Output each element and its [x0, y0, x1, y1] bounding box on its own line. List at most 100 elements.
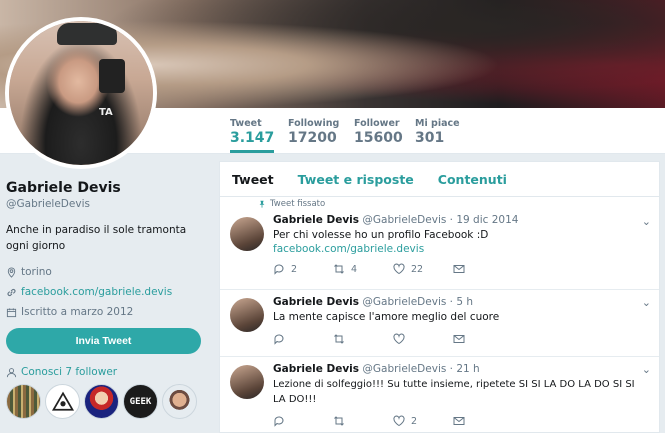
followers-you-know[interactable]: Conosci 7 follower: [6, 366, 206, 378]
timeline-tabs: Tweet Tweet e risposte Contenuti: [220, 162, 659, 197]
profile-bio: Anche in paradiso il sole tramonta ogni …: [6, 224, 187, 252]
stat-followers-label: Follower: [354, 118, 400, 129]
follower-avatar[interactable]: GEEK: [123, 384, 158, 419]
tab-media[interactable]: Contenuti: [438, 172, 507, 187]
envelope-icon: [453, 335, 465, 343]
tweet-author-meta[interactable]: @GabrieleDevis · 5 h: [362, 296, 473, 308]
tweet-link[interactable]: facebook.com/gabriele.devis: [273, 243, 649, 255]
tweet-author-meta[interactable]: @GabrieleDevis · 21 h: [362, 363, 479, 375]
profile-website[interactable]: facebook.com/gabriele.devis: [6, 286, 206, 298]
avatar-cap-shape: [57, 23, 117, 45]
dm-action[interactable]: [453, 263, 513, 275]
tweet-avatar[interactable]: [230, 365, 264, 399]
tweet-header: Gabriele Devis @GabrieleDevis · 21 h: [273, 363, 649, 375]
tweet-text: Per chi volesse ho un profilo Facebook :…: [273, 229, 489, 241]
chevron-down-icon[interactable]: ⌄: [642, 296, 651, 309]
follower-avatar[interactable]: [6, 384, 41, 419]
stat-following[interactable]: Following 17200: [288, 118, 339, 146]
retweet-action[interactable]: [333, 415, 393, 427]
stat-tweets-label: Tweet: [230, 118, 262, 129]
profile-location: torino: [6, 266, 206, 278]
like-action[interactable]: [393, 333, 453, 345]
retweet-icon: [334, 334, 344, 344]
tweet-text: Lezione di solfeggio!!! Su tutte insieme…: [273, 379, 635, 405]
envelope-icon: [453, 417, 465, 425]
follower-avatar[interactable]: [84, 384, 119, 419]
tweet-actions: 2: [273, 415, 649, 427]
link-icon: [7, 288, 16, 296]
pin-icon: [259, 200, 265, 208]
pinned-label-text: Tweet fissato: [270, 199, 326, 209]
tweet-author-meta[interactable]: @GabrieleDevis · 19 dic 2014: [362, 214, 518, 226]
stat-likes-label: Mi piace: [415, 118, 460, 129]
like-count: 2: [411, 415, 418, 427]
reply-icon: [274, 416, 284, 427]
dm-action[interactable]: [453, 415, 513, 427]
calendar-icon: [6, 307, 17, 317]
profile-handle: @GabrieleDevis: [6, 198, 90, 210]
followers-you-know-text[interactable]: Conosci 7 follower: [21, 366, 117, 378]
follower-avatars: GEEK: [6, 384, 206, 419]
profile-name[interactable]: Gabriele Devis: [6, 180, 206, 196]
stat-followers[interactable]: Follower 15600: [354, 118, 403, 146]
profile-card: Gabriele Devis @GabrieleDevis Anche in p…: [6, 180, 206, 419]
reply-icon: [274, 334, 284, 345]
reply-icon: [274, 264, 284, 275]
tweet-actions: 2 4 22: [273, 263, 649, 275]
tweet-author-name[interactable]: Gabriele Devis: [273, 214, 359, 226]
tweet-item[interactable]: Gabriele Devis @GabrieleDevis · 21 h Lez…: [220, 357, 659, 429]
send-tweet-button[interactable]: Invia Tweet: [6, 328, 201, 354]
stat-likes[interactable]: Mi piace 301: [415, 118, 460, 146]
profile-joined: Iscritto a marzo 2012: [6, 306, 206, 318]
tweet-header: Gabriele Devis @GabrieleDevis · 5 h: [273, 296, 649, 308]
envelope-icon: [453, 265, 465, 273]
tab-tweets-and-replies[interactable]: Tweet e risposte: [298, 172, 414, 187]
like-action[interactable]: 2: [393, 415, 453, 427]
retweet-action[interactable]: [333, 333, 393, 345]
follower-avatar[interactable]: [45, 384, 80, 419]
chevron-down-icon[interactable]: ⌄: [642, 363, 651, 376]
stat-following-label: Following: [288, 118, 340, 129]
timeline: Tweet Tweet e risposte Contenuti Tweet f…: [219, 161, 660, 433]
chevron-down-icon[interactable]: ⌄: [642, 215, 651, 228]
stat-likes-value: 301: [415, 130, 445, 146]
tweet-item[interactable]: Gabriele Devis @GabrieleDevis · 5 h La m…: [220, 290, 659, 357]
person-icon: [6, 367, 17, 377]
location-pin-icon: [7, 266, 16, 278]
reply-action[interactable]: [273, 415, 333, 427]
tab-tweets[interactable]: Tweet: [232, 172, 274, 187]
retweet-icon: [334, 416, 344, 426]
avatar-vest-text: TA: [99, 107, 113, 118]
profile-joined-text: Iscritto a marzo 2012: [21, 306, 134, 318]
stat-following-value: 17200: [288, 130, 337, 146]
retweet-count: 4: [351, 263, 358, 275]
like-action[interactable]: 22: [393, 263, 453, 275]
tweet-text: La mente capisce l'amore meglio del cuor…: [273, 311, 500, 323]
like-count: 22: [411, 263, 424, 275]
profile-website-text[interactable]: facebook.com/gabriele.devis: [21, 286, 172, 298]
reply-action[interactable]: [273, 333, 333, 345]
reply-count: 2: [291, 263, 298, 275]
stat-followers-value: 15600: [354, 130, 403, 146]
avatar-phone-shape: [99, 59, 125, 93]
stat-tweets-value: 3.147: [230, 130, 275, 146]
heart-icon: [393, 333, 405, 345]
tweet-header: Gabriele Devis @GabrieleDevis · 19 dic 2…: [273, 214, 649, 226]
heart-icon: [393, 415, 405, 427]
retweet-icon: [334, 264, 344, 274]
tweet-author-name[interactable]: Gabriele Devis: [273, 296, 359, 308]
tweet-item[interactable]: Tweet fissato Gabriele Devis @GabrieleDe…: [220, 197, 659, 290]
tweet-avatar[interactable]: [230, 298, 264, 332]
triangle-logo-icon: [51, 391, 74, 411]
tweet-actions: [273, 333, 649, 345]
stat-tweets[interactable]: Tweet 3.147: [230, 118, 275, 153]
follower-avatar[interactable]: [162, 384, 197, 419]
avatar-photo: TA: [9, 21, 153, 165]
follower-avatar-text: GEEK: [129, 396, 152, 407]
profile-avatar[interactable]: TA: [5, 17, 157, 169]
tweet-author-name[interactable]: Gabriele Devis: [273, 363, 359, 375]
tweet-avatar[interactable]: [230, 217, 264, 251]
reply-action[interactable]: 2: [273, 263, 333, 275]
dm-action[interactable]: [453, 333, 513, 345]
retweet-action[interactable]: 4: [333, 263, 393, 275]
